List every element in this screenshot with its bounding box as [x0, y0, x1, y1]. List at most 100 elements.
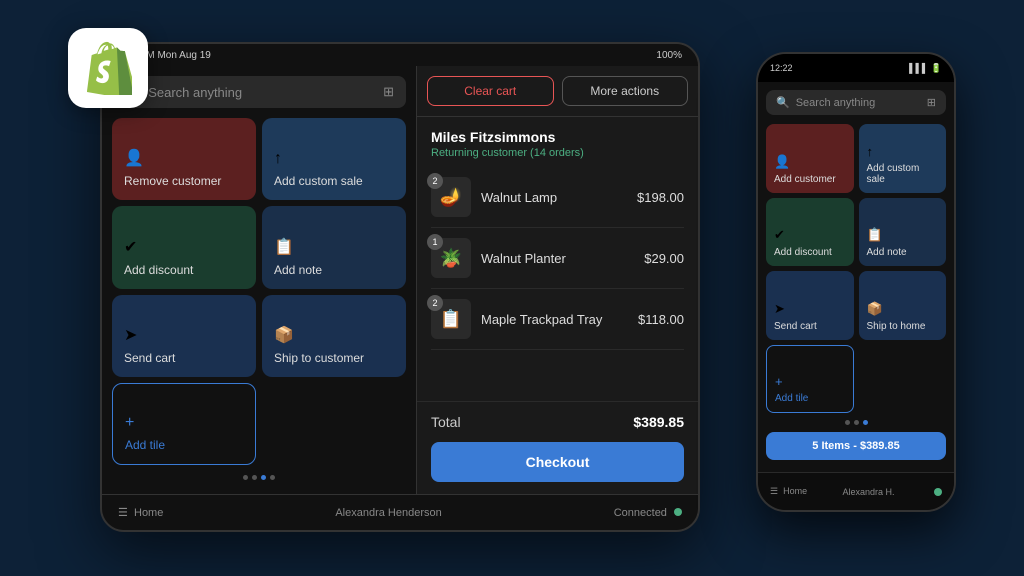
dot-4	[270, 475, 275, 480]
phone-tile-ship-to-home[interactable]: 📦 Ship to home	[859, 271, 947, 340]
cart-item-price-walnut-planter: $29.00	[644, 251, 684, 266]
item-badge: 2	[427, 295, 443, 311]
tile-add-note-label: Add note	[274, 263, 394, 277]
tile-remove-customer-label: Remove customer	[124, 174, 244, 188]
tile-add-note-icon: 📋	[274, 237, 394, 257]
tablet-battery: 100%	[656, 50, 682, 61]
tablet-right-panel: Clear cart More actions Miles Fitzsimmon…	[417, 66, 698, 494]
tile-add-tile-label: Add tile	[125, 438, 243, 452]
shopify-logo	[68, 28, 148, 108]
cart-item-img-walnut-lamp: 2 🪔	[431, 177, 471, 217]
dot-1	[243, 475, 248, 480]
more-actions-button[interactable]: More actions	[562, 76, 689, 106]
tile-remove-customer[interactable]: 👤 Remove customer	[112, 118, 256, 200]
phone-tile-add-discount-label: Add discount	[774, 247, 846, 258]
clear-cart-button[interactable]: Clear cart	[427, 76, 554, 106]
cart-item-img-walnut-planter: 1 🪴	[431, 238, 471, 278]
item-badge: 2	[427, 173, 443, 189]
tablet-search-bar[interactable]: 🔍 Search anything ⊞	[112, 76, 406, 108]
cart-item-name-walnut-planter: Walnut Planter	[481, 251, 634, 266]
tile-send-cart-label: Send cart	[124, 351, 244, 365]
phone-tile-add-custom-sale-label: Add custom sale	[867, 163, 939, 185]
cart-item-img-maple-trackpad: 2 📋	[431, 299, 471, 339]
cart-item-price-walnut-lamp: $198.00	[637, 190, 684, 205]
phone-search-text: Search anything	[796, 97, 876, 109]
checkout-button[interactable]: Checkout	[431, 442, 684, 482]
cart-total: Total $389.85	[417, 401, 698, 442]
tablet: 9:48 AM Mon Aug 19 100% 🔍 Search anythin…	[100, 42, 700, 532]
phone-tile-send-cart-icon: ➤	[774, 301, 846, 317]
tile-add-custom-sale[interactable]: ↑ Add custom sale	[262, 118, 406, 200]
phone-search-bar[interactable]: 🔍 Search anything ⊞	[766, 90, 946, 115]
tablet-status-bar: 9:48 AM Mon Aug 19 100%	[102, 44, 698, 66]
phone-tile-ship-to-home-icon: 📦	[867, 301, 939, 317]
phone-notch	[831, 54, 881, 68]
phone-checkout-bar[interactable]: 5 Items - $389.85	[766, 432, 946, 460]
tile-send-cart[interactable]: ➤ Send cart	[112, 295, 256, 377]
phone-hamburger-icon: ☰	[770, 486, 778, 496]
phone-tile-add-note[interactable]: 📋 Add note	[859, 198, 947, 267]
hamburger-icon: ☰	[118, 507, 128, 519]
customer-status: Returning customer (14 orders)	[431, 147, 684, 159]
cart-total-label: Total	[431, 414, 461, 430]
phone-content: 🔍 Search anything ⊞ 👤 Add customer ↑ Add…	[758, 82, 954, 472]
dot-3	[261, 475, 266, 480]
phone-tile-add-note-label: Add note	[867, 247, 939, 258]
scan-icon[interactable]: ⊞	[383, 84, 394, 100]
phone-tile-add-customer-icon: 👤	[774, 154, 846, 170]
tile-add-note[interactable]: 📋 Add note	[262, 206, 406, 288]
phone-tile-add-custom-sale[interactable]: ↑ Add custom sale	[859, 124, 947, 193]
tablet-page-dots	[112, 471, 406, 484]
phone-connected-dot	[934, 488, 942, 496]
tablet-bottom-bar: ☰ Home Alexandra Henderson Connected	[102, 494, 698, 530]
phone-tile-send-cart-label: Send cart	[774, 321, 846, 332]
phone-signal: ▌▌▌ 🔋	[909, 63, 942, 74]
cart-total-amount: $389.85	[633, 414, 684, 430]
tablet-user-name: Alexandra Henderson	[335, 507, 441, 519]
tile-add-discount-label: Add discount	[124, 263, 244, 277]
phone-dot-2	[854, 420, 859, 425]
tile-add-custom-sale-icon: ↑	[274, 150, 394, 168]
phone-page-dots	[766, 418, 946, 427]
phone-scan-icon[interactable]: ⊞	[927, 96, 936, 109]
phone-search-icon: 🔍	[776, 96, 790, 109]
phone-bottom-bar: ☰ Home Alexandra H.	[758, 472, 954, 510]
connected-dot	[674, 508, 682, 516]
tablet-connected: Connected	[614, 507, 682, 519]
cart-item-walnut-planter: 1 🪴 Walnut Planter $29.00	[431, 228, 684, 289]
tile-add-tile-icon: +	[125, 414, 243, 432]
phone-tile-add-tile-label: Add tile	[775, 393, 845, 404]
tile-add-discount[interactable]: ✔ Add discount	[112, 206, 256, 288]
phone-dot-1	[845, 420, 850, 425]
tile-add-discount-icon: ✔	[124, 237, 244, 257]
tablet-tiles-grid: 👤 Remove customer ↑ Add custom sale ✔ Ad…	[112, 118, 406, 465]
tile-remove-customer-icon: 👤	[124, 148, 244, 168]
dot-2	[252, 475, 257, 480]
customer-info: Miles Fitzsimmons Returning customer (14…	[417, 117, 698, 167]
cart-item-name-maple-trackpad: Maple Trackpad Tray	[481, 312, 628, 327]
tile-add-tile[interactable]: + Add tile	[112, 383, 256, 465]
phone-status-bar: 12:22 ▌▌▌ 🔋	[758, 54, 954, 82]
phone-tiles-grid: 👤 Add customer ↑ Add custom sale ✔ Add d…	[766, 124, 946, 413]
tablet-home-nav[interactable]: ☰ Home	[118, 506, 163, 519]
tablet-left-panel: 🔍 Search anything ⊞ 👤 Remove customer ↑ …	[102, 66, 417, 494]
phone-tile-add-customer[interactable]: 👤 Add customer	[766, 124, 854, 193]
tile-ship-to-customer-label: Ship to customer	[274, 351, 394, 365]
cart-item-walnut-lamp: 2 🪔 Walnut Lamp $198.00	[431, 167, 684, 228]
phone-dot-3	[863, 420, 868, 425]
customer-name: Miles Fitzsimmons	[431, 129, 684, 145]
phone-tile-add-note-icon: 📋	[867, 227, 939, 243]
phone-tile-add-tile[interactable]: + Add tile	[766, 345, 854, 414]
phone-home-nav[interactable]: ☰ Home	[770, 486, 807, 497]
phone-tile-add-custom-sale-icon: ↑	[867, 144, 939, 159]
cart-item-maple-trackpad: 2 📋 Maple Trackpad Tray $118.00	[431, 289, 684, 350]
phone-tile-send-cart[interactable]: ➤ Send cart	[766, 271, 854, 340]
phone-tile-ship-to-home-label: Ship to home	[867, 321, 939, 332]
tile-ship-to-customer[interactable]: 📦 Ship to customer	[262, 295, 406, 377]
phone-tile-add-tile-icon: +	[775, 374, 845, 389]
phone-tile-add-discount[interactable]: ✔ Add discount	[766, 198, 854, 267]
cart-item-name-walnut-lamp: Walnut Lamp	[481, 190, 627, 205]
tile-add-custom-sale-label: Add custom sale	[274, 174, 394, 188]
tile-send-cart-icon: ➤	[124, 325, 244, 345]
cart-item-price-maple-trackpad: $118.00	[638, 312, 684, 327]
